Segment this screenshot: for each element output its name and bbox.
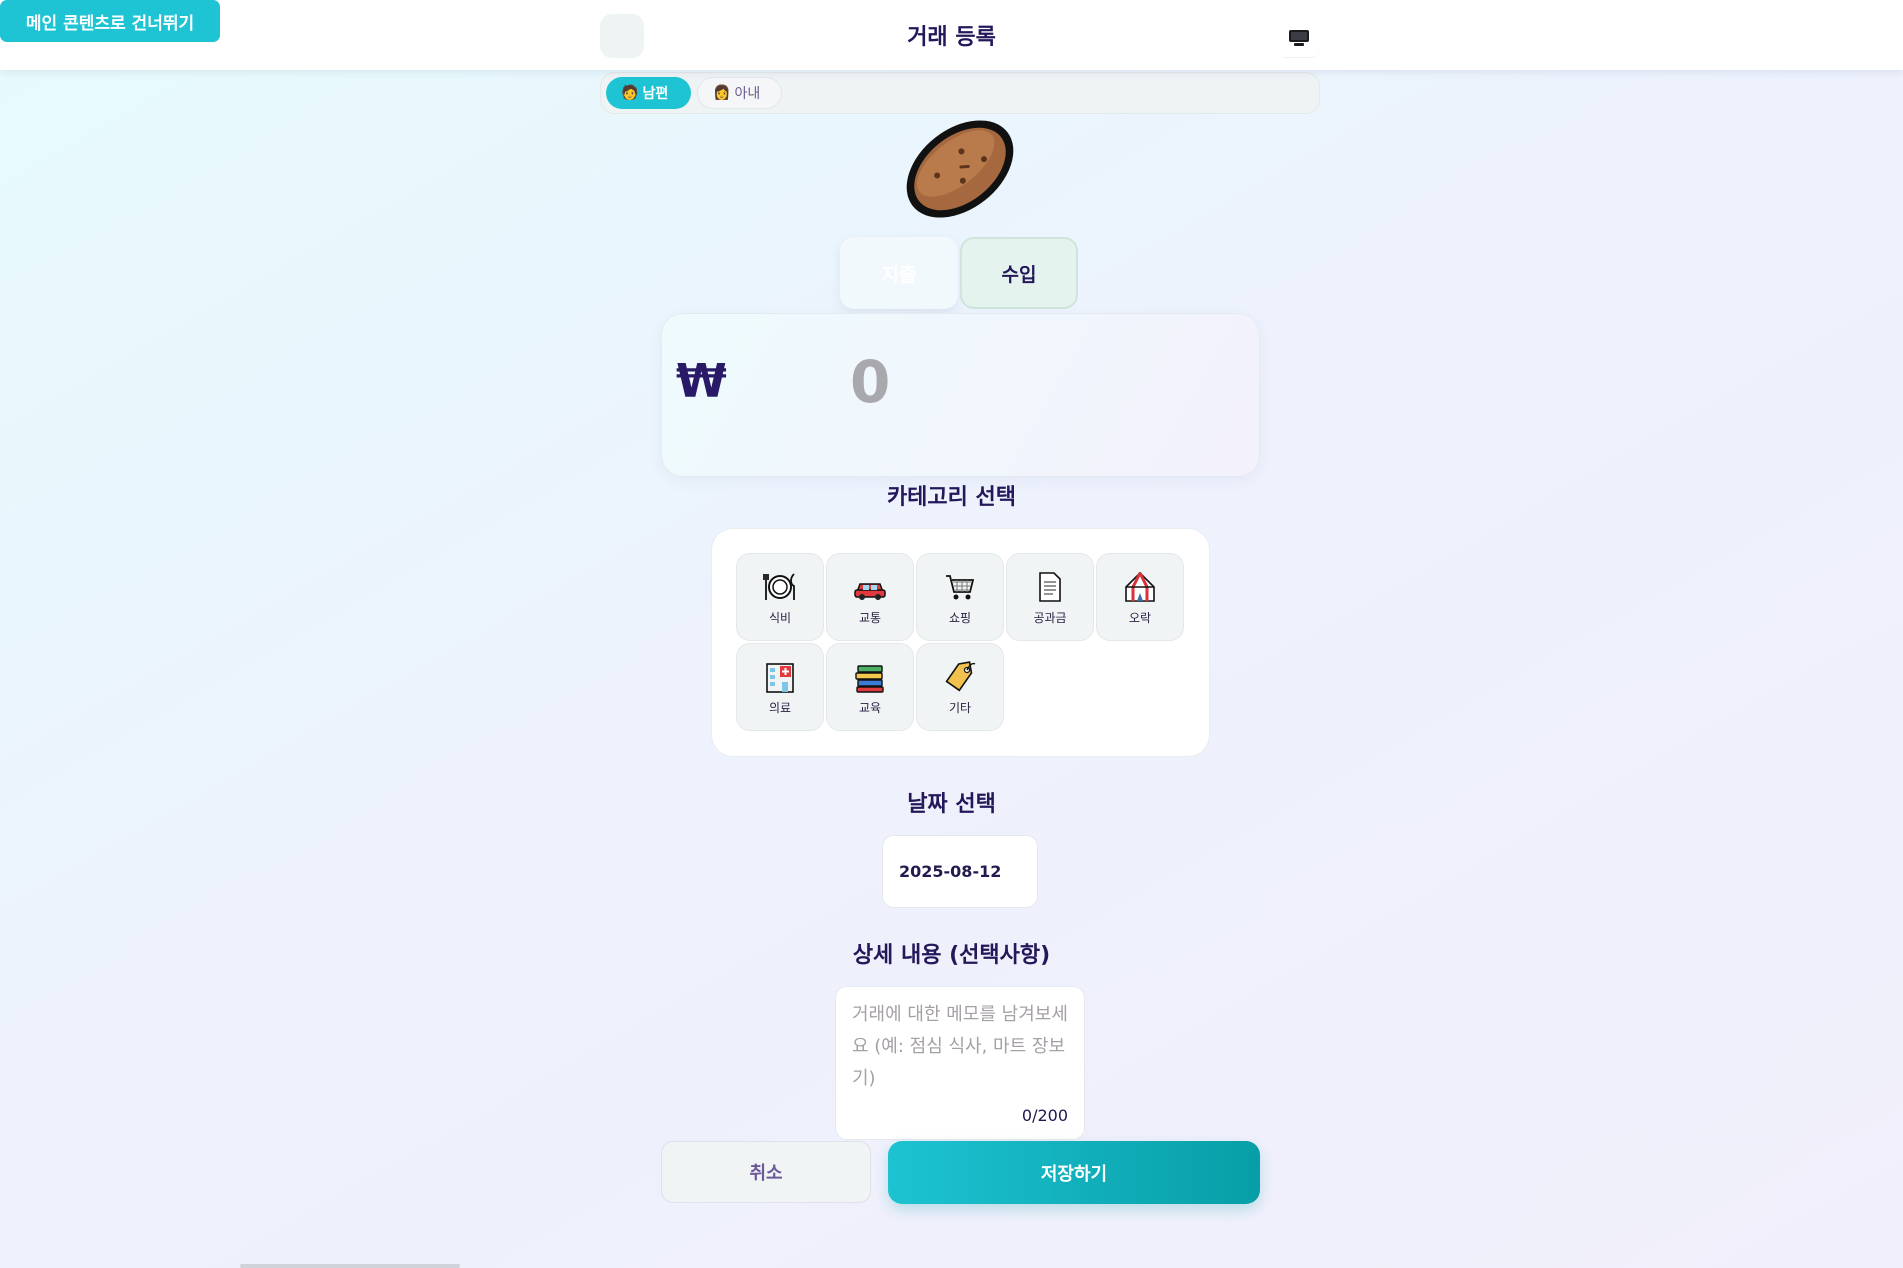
shopping-cart-icon <box>946 574 975 599</box>
category-label: 의료 <box>768 700 792 715</box>
category-shopping[interactable]: 쇼핑 <box>916 553 1004 641</box>
amount-value: 0 <box>850 348 891 416</box>
user-tab-label: 남편 <box>642 86 669 102</box>
memo-placeholder: 거래에 대한 메모를 남겨보세요 (예: 점심 식사, 마트 장보기) <box>852 1004 1068 1089</box>
user-tab-wife[interactable]: 👩 아내 <box>697 77 782 109</box>
category-label: 오락 <box>1128 610 1152 625</box>
category-grid-card: 식비 교통 쇼핑 공과금 오락 의료 교육 기타 <box>711 528 1210 757</box>
income-button[interactable]: 수입 <box>960 237 1078 309</box>
category-education[interactable]: 교육 <box>826 643 914 731</box>
category-section-title: 카테고리 선택 <box>886 485 1017 510</box>
monitor-icon <box>1289 29 1309 46</box>
hospital-icon <box>766 662 794 693</box>
fork-knife-plate-icon <box>763 572 795 600</box>
top-bar: 거래 등록 <box>0 0 1903 70</box>
user-tab-husband[interactable]: 🧑 남편 <box>606 77 691 109</box>
bottom-scroll-indicator <box>240 1264 460 1268</box>
cancel-button[interactable]: 취소 <box>661 1141 871 1203</box>
category-medical[interactable]: 의료 <box>736 643 824 731</box>
memo-char-count: 0/200 <box>1021 1106 1068 1125</box>
category-grid: 식비 교통 쇼핑 공과금 오락 의료 교육 기타 <box>736 553 1184 731</box>
memo-textarea[interactable]: 거래에 대한 메모를 남겨보세요 (예: 점심 식사, 마트 장보기) 0/20… <box>835 986 1085 1140</box>
tag-icon <box>945 660 976 691</box>
category-label: 공과금 <box>1033 610 1067 625</box>
category-label: 교육 <box>858 700 882 715</box>
page-title: 거래 등록 <box>907 25 996 50</box>
display-toggle-button[interactable] <box>1278 18 1320 58</box>
category-utilities[interactable]: 공과금 <box>1006 553 1094 641</box>
document-icon <box>1039 571 1061 602</box>
category-food[interactable]: 식비 <box>736 553 824 641</box>
category-label: 쇼핑 <box>948 610 972 625</box>
user-tab-label: 아내 <box>734 86 761 102</box>
category-label: 교통 <box>858 610 882 625</box>
skip-to-content-link[interactable]: 메인 콘텐츠로 건너뛰기 <box>0 0 220 42</box>
save-button[interactable]: 저장하기 <box>888 1141 1260 1204</box>
expense-button[interactable]: 지출 <box>840 237 958 309</box>
category-other[interactable]: 기타 <box>916 643 1004 731</box>
category-label: 기타 <box>948 700 972 715</box>
date-input[interactable]: 2025-08-12 <box>882 835 1038 908</box>
category-transport[interactable]: 교통 <box>826 553 914 641</box>
user-selector: 🧑 남편 👩 아내 <box>600 72 1320 114</box>
potato-mascot-icon <box>906 120 1014 218</box>
category-entertainment[interactable]: 오락 <box>1096 553 1184 641</box>
car-icon <box>854 582 886 600</box>
man-emoji-icon: 🧑 <box>621 85 639 101</box>
books-icon <box>855 664 884 693</box>
memo-section-title: 상세 내용 (선택사항) <box>852 943 1051 968</box>
circus-tent-icon <box>1125 571 1155 602</box>
category-label: 식비 <box>768 610 792 625</box>
woman-emoji-icon: 👩 <box>713 85 731 101</box>
date-section-title: 날짜 선택 <box>907 792 996 817</box>
amount-input[interactable]: ₩ 0 <box>661 313 1260 477</box>
currency-symbol: ₩ <box>676 354 727 408</box>
